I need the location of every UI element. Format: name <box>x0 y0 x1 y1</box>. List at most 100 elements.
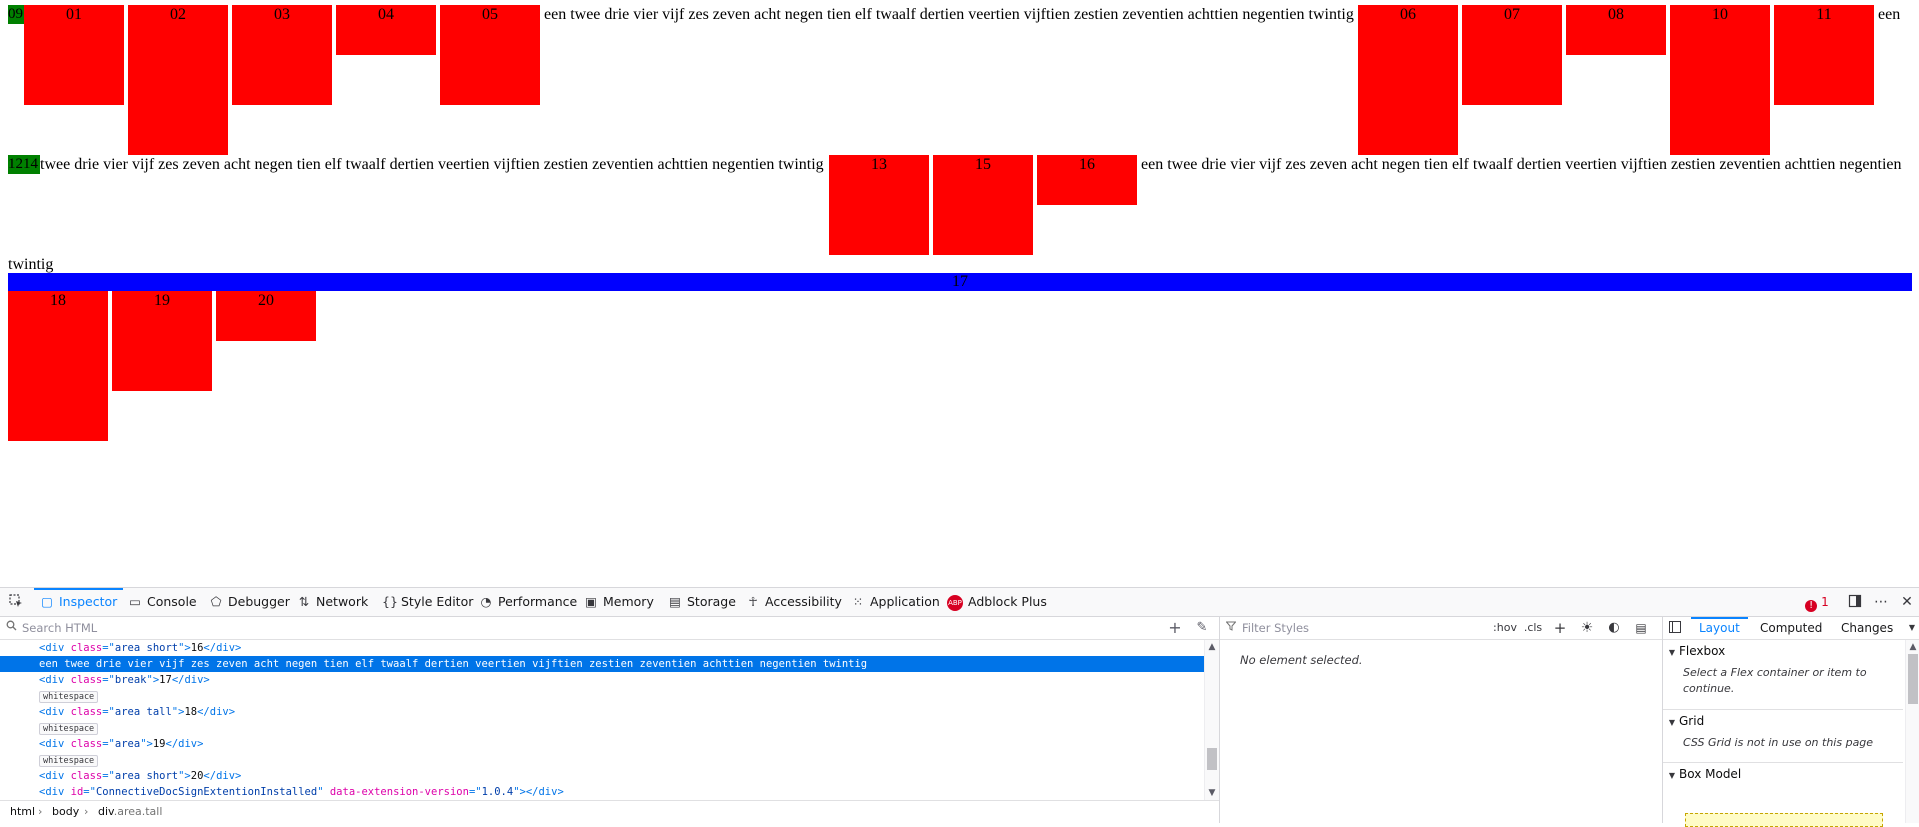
attr-value: area <box>114 738 141 750</box>
eyedropper-icon[interactable]: ✎ <box>1193 617 1211 639</box>
inspector-icon: ▢ <box>41 594 53 609</box>
search-html-input[interactable] <box>22 619 1122 637</box>
grid-message: CSS Grid is not in use on this page <box>1683 736 1874 749</box>
markup-scrollbar[interactable]: ▲ ▼ <box>1204 640 1219 800</box>
tag-name: div <box>45 786 65 798</box>
area-box-13: 13 <box>829 155 929 255</box>
box-model-section-header[interactable]: ▼ Box Model <box>1663 762 1903 785</box>
attr-value: area tall <box>114 706 172 718</box>
tab-style-editor[interactable]: {} Style Editor <box>382 588 473 616</box>
tab-memory-label: Memory <box>603 594 654 609</box>
tab-inspector[interactable]: ▢ Inspector <box>33 588 124 616</box>
search-bar: + ✎ <box>0 617 1219 640</box>
attr-name: id <box>70 786 84 798</box>
flexbox-title: Flexbox <box>1679 644 1726 658</box>
markup-tree[interactable]: <div class="area short">16</div> een twe… <box>0 640 1204 800</box>
error-icon: ! <box>1805 600 1818 612</box>
tab-storage[interactable]: ▤ Storage <box>668 588 736 616</box>
area-box-05: 05 <box>440 5 540 105</box>
green-inline-09: 09 <box>8 5 24 24</box>
tab-adblock-plus[interactable]: ABP Adblock Plus <box>947 588 1047 616</box>
scroll-up-icon[interactable]: ▲ <box>1906 640 1919 654</box>
breadcrumb-separator-icon: › <box>38 805 43 818</box>
light-theme-icon[interactable]: ☀ <box>1577 617 1597 639</box>
markup-row[interactable]: <div id="ConnectiveDocSignExtentionInsta… <box>0 784 1204 800</box>
tab-debugger[interactable]: ⬠ Debugger <box>209 588 290 616</box>
markup-pane: + ✎ <div class="area short">16</div> een… <box>0 617 1220 824</box>
tab-console[interactable]: ▭ Console <box>128 588 197 616</box>
markup-row-whitespace[interactable]: whitespace <box>0 688 1204 704</box>
attr-name: class <box>70 642 103 654</box>
dock-options-icon[interactable] <box>1845 588 1865 616</box>
filter-styles-input[interactable] <box>1242 619 1482 637</box>
hov-toggle-button[interactable]: :hov <box>1492 617 1518 639</box>
breadcrumb-html[interactable]: html <box>10 801 35 823</box>
error-count-badge[interactable]: ! 1 <box>1803 588 1831 616</box>
error-count: 1 <box>1821 595 1829 609</box>
print-media-icon[interactable]: ▤ <box>1631 617 1651 639</box>
tab-layout[interactable]: Layout <box>1691 617 1748 639</box>
markup-row-whitespace[interactable]: whitespace <box>0 752 1204 768</box>
whitespace-badge: whitespace <box>39 691 99 703</box>
markup-row-whitespace[interactable]: whitespace <box>0 720 1204 736</box>
tag-name: div <box>45 674 65 686</box>
attr-name: class <box>70 770 103 782</box>
tab-application[interactable]: ⁙ Application <box>851 588 940 616</box>
tab-performance-label: Performance <box>498 594 578 609</box>
more-options-icon[interactable]: ⋯ <box>1871 588 1891 616</box>
tab-adblock-plus-label: Adblock Plus <box>968 594 1047 609</box>
close-devtools-icon[interactable]: ✕ <box>1897 588 1917 616</box>
tab-storage-label: Storage <box>687 594 736 609</box>
tab-performance[interactable]: ◔ Performance <box>479 588 578 616</box>
scroll-down-icon[interactable]: ▼ <box>1205 786 1219 800</box>
markup-row-selected[interactable]: een twee drie vier vijf zes zeven acht n… <box>0 656 1204 672</box>
tab-changes[interactable]: Changes <box>1841 617 1893 639</box>
sidebar-toggle-icon[interactable] <box>1669 621 1681 633</box>
break-bar-17: 17 <box>8 273 1912 291</box>
scrollbar-thumb[interactable] <box>1908 654 1918 704</box>
scroll-up-icon[interactable]: ▲ <box>1205 640 1219 654</box>
tab-network[interactable]: ⇅ Network <box>297 588 368 616</box>
dark-theme-icon[interactable]: ◐ <box>1604 617 1624 639</box>
breadcrumb-div-class: .area.tall <box>113 805 163 818</box>
node-text: 20 <box>190 770 204 782</box>
tab-memory[interactable]: ▣ Memory <box>584 588 654 616</box>
grid-section-header[interactable]: ▼ Grid <box>1663 709 1903 732</box>
attr-value: area short <box>114 642 179 654</box>
no-element-message: No element selected. <box>1240 653 1363 667</box>
inline-text-row2b: een twee drie vier vijf zes zeven acht n… <box>1141 156 1902 173</box>
area-box-04: 04 <box>336 5 436 55</box>
markup-row[interactable]: <div class="area">19</div> <box>0 736 1204 752</box>
node-text: 19 <box>152 738 166 750</box>
tag-name: div <box>45 706 65 718</box>
tab-computed[interactable]: Computed <box>1760 617 1822 639</box>
area-box-06: 06 <box>1358 5 1458 155</box>
area-box-07: 07 <box>1462 5 1562 105</box>
scrollbar-thumb[interactable] <box>1207 748 1217 770</box>
tab-debugger-label: Debugger <box>228 594 290 609</box>
markup-row[interactable]: <div class="break">17</div> <box>0 672 1204 688</box>
node-text: 18 <box>184 706 198 718</box>
markup-row[interactable]: <div class="area short">16</div> <box>0 640 1204 656</box>
node-text: 17 <box>159 674 172 686</box>
add-node-icon[interactable]: + <box>1166 617 1184 639</box>
adblock-plus-icon: ABP <box>947 594 963 611</box>
element-picker-icon[interactable] <box>6 588 26 616</box>
storage-icon: ▤ <box>669 594 681 609</box>
accessibility-icon: ☥ <box>748 594 758 609</box>
markup-row[interactable]: <div class="area tall">18</div> <box>0 704 1204 720</box>
chevron-down-icon[interactable]: ▼ <box>1906 617 1918 639</box>
area-box-18: 18 <box>8 291 108 441</box>
tab-accessibility[interactable]: ☥ Accessibility <box>746 588 842 616</box>
flexbox-message: Select a Flex container or item to conti… <box>1683 666 1867 695</box>
cls-toggle-button[interactable]: .cls <box>1522 617 1544 639</box>
tag-name: div <box>45 770 65 782</box>
layout-scrollbar[interactable]: ▲ <box>1905 640 1919 823</box>
flexbox-section-header[interactable]: ▼ Flexbox <box>1663 640 1903 662</box>
tab-style-editor-label: Style Editor <box>401 594 474 609</box>
style-editor-icon: {} <box>382 594 398 609</box>
add-rule-icon[interactable]: + <box>1550 617 1570 639</box>
breadcrumb-div[interactable]: div.area.tall <box>98 801 162 823</box>
breadcrumb-body[interactable]: body <box>52 801 79 823</box>
markup-row[interactable]: <div class="area short">20</div> <box>0 768 1204 784</box>
